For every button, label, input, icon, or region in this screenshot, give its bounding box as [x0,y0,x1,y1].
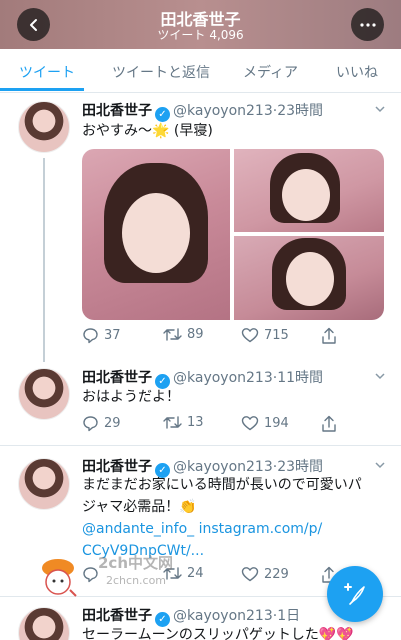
retweet-icon [163,416,182,429]
heart-icon [241,416,259,431]
retweet-count: 89 [187,327,204,342]
share-button[interactable] [321,327,342,345]
tweet-actions: 29 13 194 [82,415,382,435]
watermark-title: 2ch中文网 [98,554,174,572]
tab-media[interactable]: メディア [243,62,298,82]
timestamp: 11時間 [277,370,324,386]
like-count: 715 [264,327,289,343]
reply-button[interactable]: 37 [82,327,121,344]
handle: @kayoyon213 [173,608,273,624]
reply-button[interactable]: 29 [82,415,121,432]
tweet-divider [0,445,401,446]
share-icon [322,415,336,432]
timestamp: 23時間 [277,459,324,475]
handle: @kayoyon213 [173,459,273,475]
reply-icon [83,416,98,432]
photo-3[interactable] [234,236,384,320]
heart-icon [241,328,259,343]
retweet-icon [163,328,182,341]
mascot-logo [42,559,77,597]
display-name[interactable]: 田北香世子 [82,103,152,119]
like-button[interactable]: 715 [241,327,289,343]
avatar[interactable] [18,368,70,420]
tweet-text-line: まだまだお家にいる時間が長いので可愛いパ [82,477,362,493]
retweet-count: 13 [187,415,204,430]
retweet-count: 24 [187,566,204,581]
avatar[interactable] [18,607,70,640]
handle: @kayoyon213 [173,103,273,119]
share-icon [322,327,336,344]
handle: @kayoyon213 [173,370,273,386]
tab-likes[interactable]: いいね [336,62,378,82]
photo-2[interactable] [234,149,384,232]
watermark-url: 2chcn.com [106,574,167,587]
tweet-header: 田北香世子 ✓ @kayoyon213·23時間 [82,100,323,122]
avatar[interactable] [18,458,70,510]
profile-header: 田北香世子 ツイート 4,096 [0,0,401,49]
heart-icon [241,567,259,582]
tweet-text: おやすみ〜🌟 (早寝) [82,123,213,139]
tweet-text: セーラームーンのスリッパゲットした💖💖 [82,627,354,640]
photo-1[interactable] [82,149,230,320]
timestamp: 23時間 [277,103,324,119]
tweet-count-label: ツイート [157,28,206,42]
thread-line [43,158,45,362]
active-tab-indicator [0,88,84,91]
tweet-text: おはようだよ！ [82,389,180,405]
tweet-photos[interactable] [82,149,384,320]
more-options-button[interactable] [351,8,384,41]
compose-icon [344,583,365,605]
tweet-link[interactable]: @andante_info_ instagram.com/p/ [82,518,382,540]
timestamp: 1日 [277,608,301,624]
reply-count: 29 [104,416,121,431]
tab-tweets-and-replies[interactable]: ツイートと返信 [112,62,210,82]
avatar[interactable] [18,101,70,153]
display-name[interactable]: 田北香世子 [82,608,152,624]
tweet-text: まだまだお家にいる時間が長いので可愛いパ ジャマ必需品！👏 @andante_i… [82,474,382,562]
like-button[interactable]: 229 [241,566,289,582]
retweet-button[interactable]: 89 [163,327,204,342]
reply-count: 37 [104,328,121,343]
like-button[interactable]: 194 [241,415,289,431]
display-name[interactable]: 田北香世子 [82,370,152,386]
tweet-actions: 37 89 715 [82,327,382,347]
chevron-down-icon[interactable] [375,460,385,470]
compose-tweet-button[interactable] [327,566,383,622]
like-count: 194 [264,415,289,431]
chevron-down-icon[interactable] [375,104,385,114]
chevron-down-icon[interactable] [375,371,385,381]
more-icon [359,22,376,27]
retweet-button[interactable]: 13 [163,415,204,430]
tweet-text-line: ジャマ必需品！👏 [82,499,197,515]
profile-tabs: ツイート ツイートと返信 メディア いいね [0,49,401,93]
tab-tweets[interactable]: ツイート [19,62,75,82]
tweet-count-value: 4,096 [209,28,244,42]
like-count: 229 [264,566,289,582]
display-name[interactable]: 田北香世子 [82,459,152,475]
reply-icon [83,328,98,344]
site-watermark: 2ch中文网 2chcn.com [36,552,173,602]
share-button[interactable] [321,415,342,433]
tweet-count: ツイート 4,096 [0,26,401,43]
